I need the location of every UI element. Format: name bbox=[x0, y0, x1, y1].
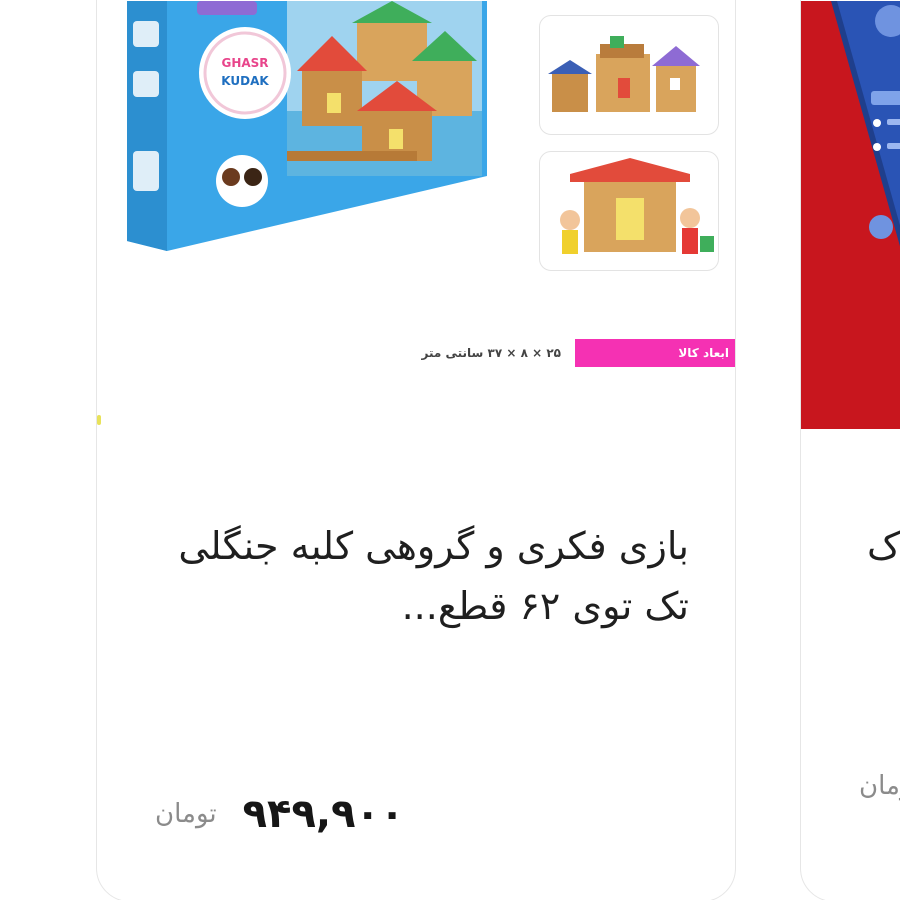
svg-text:KUDAK: KUDAK bbox=[221, 74, 269, 88]
product-image[interactable]: GHASR KUDAK ابعاد کالا ۲۵ × ۸ × ۳۷ سانتی… bbox=[97, 1, 735, 431]
toman-icon: تومان bbox=[859, 771, 900, 801]
product-card[interactable]: GHASR KUDAK ابعاد کالا ۲۵ × ۸ × ۳۷ سانتی… bbox=[96, 0, 736, 900]
product-spec: ابعاد کالا ۲۵ × ۸ × ۳۷ سانتی متر bbox=[362, 339, 735, 367]
cabin-set-icon bbox=[548, 36, 700, 112]
toman-icon: تومان bbox=[155, 799, 217, 829]
product-title-next[interactable]: ک bbox=[867, 516, 900, 576]
product-image-next[interactable] bbox=[801, 1, 900, 429]
product-box-image: GHASR KUDAK bbox=[127, 1, 497, 251]
product-price: ۹۴۹,۹۰۰ bbox=[242, 791, 405, 837]
product-thumbnail[interactable] bbox=[539, 15, 719, 135]
product-carousel: GHASR KUDAK ابعاد کالا ۲۵ × ۸ × ۳۷ سانتی… bbox=[0, 0, 900, 900]
cabin-figures-icon bbox=[560, 158, 714, 254]
spec-label: ابعاد کالا bbox=[575, 339, 735, 367]
box-logo-text: GHASR bbox=[221, 56, 268, 70]
product-card-next[interactable]: ک تومان bbox=[800, 0, 900, 900]
product-thumbnail[interactable] bbox=[539, 151, 719, 271]
carousel-indicator-dot bbox=[97, 415, 101, 425]
product-box-image-next bbox=[831, 1, 900, 247]
price-row: ۹۴۹,۹۰۰ تومان bbox=[155, 791, 404, 837]
spec-value: ۲۵ × ۸ × ۳۷ سانتی متر bbox=[421, 346, 561, 360]
product-title[interactable]: بازی فکری و گروهی کلبه جنگلی تک توی ۶۲ ق… bbox=[137, 516, 689, 636]
